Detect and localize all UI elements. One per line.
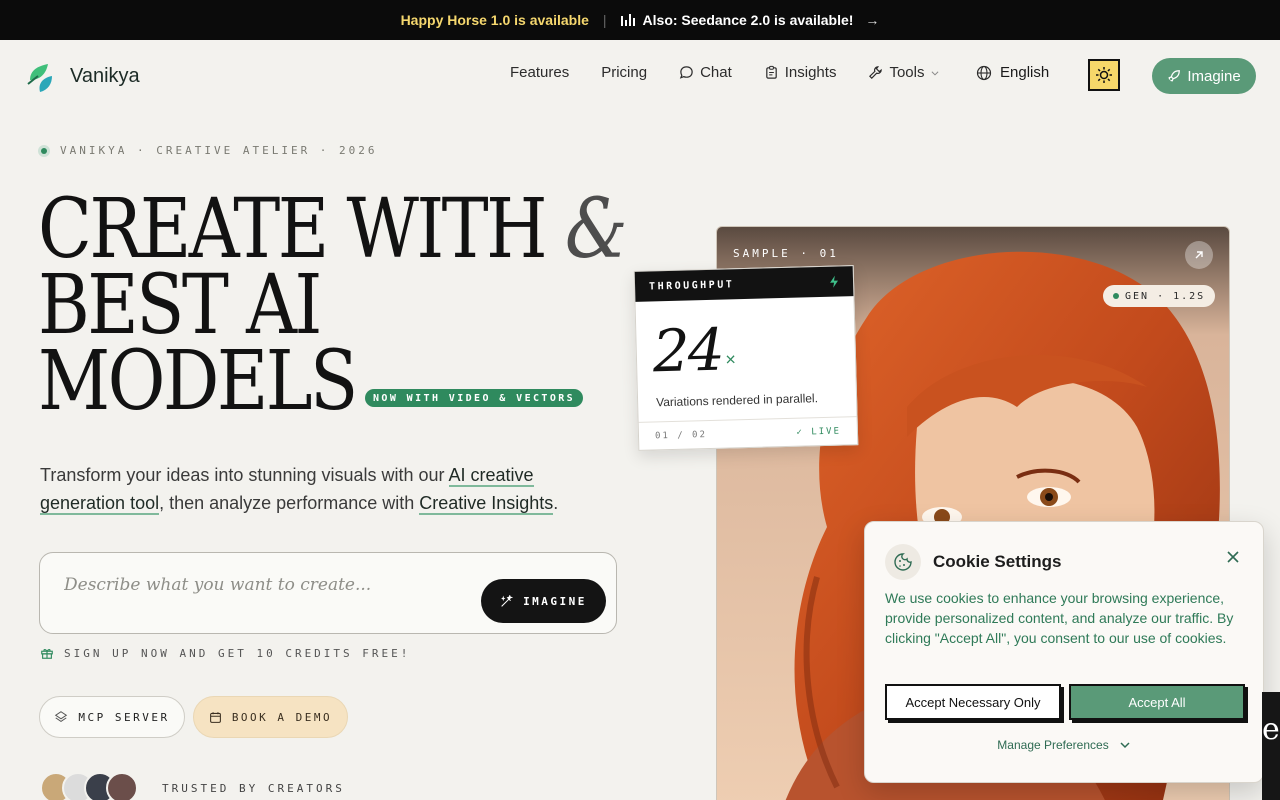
hero-headline: CREATE WITH & BEST AI MODELS [38,189,628,429]
chevron-down-icon [1120,742,1130,749]
prompt-input[interactable] [64,575,464,595]
sun-icon [1096,67,1112,83]
subtitle-text-1: Transform your ideas into stunning visua… [40,465,449,485]
gift-icon [41,649,53,659]
sample-label: SAMPLE · 01 [733,247,839,260]
subtitle-text-2: , then analyze performance with [159,493,420,513]
nav-link-pricing[interactable]: Pricing [601,64,647,81]
accept-necessary-button[interactable]: Accept Necessary Only [885,684,1061,720]
manage-preferences-label: Manage Preferences [997,738,1109,752]
expand-arrow-icon[interactable] [1185,241,1213,269]
imagine-nav-label: Imagine [1187,67,1241,85]
nav-link-pricing-label: Pricing [601,64,648,81]
headline-ampersand: & [564,182,628,277]
cookie-settings-dialog: Cookie Settings We use cookies to enhanc… [864,521,1264,783]
live-status: ✓ LIVE [796,426,842,438]
credits-promo[interactable]: SIGN UP NOW AND GET 10 CREDITS FREE! [40,646,410,660]
top-nav: Vanikya Features Pricing Chat Insights T… [0,40,1280,112]
throughput-header: THROUGHPUT [634,266,854,302]
arrow-right-icon: → [865,12,880,28]
throughput-footer: 01 / 02 ✓ LIVE [638,416,858,450]
imagine-submit-label: IMAGINE [523,594,587,608]
hero-subtitle: Transform your ideas into stunning visua… [40,461,620,517]
globe-icon [976,65,992,80]
throughput-value: 24 [651,315,724,386]
brand-logo[interactable]: Vanikya [24,58,140,94]
book-demo-button[interactable]: BOOK A DEMO [193,696,348,738]
credits-text: SIGN UP NOW AND GET 10 CREDITS FREE! [64,646,411,660]
magic-wand-icon [501,594,514,607]
subtitle-text-3: . [553,493,559,513]
chat-bubble-icon [679,66,693,79]
leaf-logo-icon [27,64,52,92]
announcement-bar: Happy Horse 1.0 is available | Also: See… [0,0,1280,40]
nav-link-chat[interactable]: Chat [679,64,732,81]
hero-eyebrow: VANIKYA · CREATIVE ATELIER · 2026 [38,144,378,157]
nav-link-features[interactable]: Features [510,64,569,81]
throughput-unit: × [724,349,736,370]
avatar [106,772,138,800]
wrench-icon [869,66,883,79]
accept-all-button[interactable]: Accept All [1069,684,1245,720]
headline-line-2: BEST AI [38,258,322,353]
theme-toggle-button[interactable] [1088,59,1120,91]
rocket-icon [1168,70,1181,82]
carousel-pager: 01 / 02 [654,429,708,441]
nav-link-tools[interactable]: Tools [868,64,940,81]
layers-icon [55,711,68,723]
nav-link-features-label: Features [510,64,570,81]
throughput-card: THROUGHPUT 24 × Variations rendered in p… [633,265,859,451]
trusted-by-row: TRUSTED BY CREATORS [40,772,345,800]
prompt-box: IMAGINE [39,552,617,634]
nav-links: Features Pricing Chat Insights Tools [510,64,940,81]
creative-insights-link[interactable]: Creative Insights [419,493,554,515]
language-selector[interactable]: English [976,64,1049,81]
announcement-separator: | [602,12,607,28]
avatar-stack [40,772,138,800]
manage-preferences-toggle[interactable]: Manage Preferences [865,738,1263,752]
mcp-server-label: MCP SERVER [78,710,170,724]
throughput-caption: Variations rendered in parallel. [655,391,819,410]
announcement-secondary-text: Also: Seedance 2.0 is available! [642,12,854,28]
chevron-down-icon [932,70,939,76]
announcement-secondary-link[interactable]: Also: Seedance 2.0 is available! → [620,12,880,28]
book-demo-label: BOOK A DEMO [231,710,333,724]
nav-link-insights[interactable]: Insights [764,64,837,81]
cookie-title: Cookie Settings [933,552,1062,571]
gen-time-badge: GEN · 1.2S [1103,285,1216,307]
audio-bars-icon [620,14,635,26]
calendar-icon [209,711,221,723]
new-features-badge: NOW WITH VIDEO & VECTORS [365,389,584,407]
imagine-nav-button[interactable]: Imagine [1152,58,1256,94]
imagine-submit-button[interactable]: IMAGINE [481,579,606,623]
gen-time-text: GEN · 1.2S [1125,290,1206,302]
mcp-server-button[interactable]: MCP SERVER [39,696,185,738]
nav-link-tools-label: Tools [889,64,925,81]
live-dot-icon [1113,293,1119,299]
nav-link-chat-label: Chat [700,64,732,81]
brand-name: Vanikya [70,64,140,87]
close-icon[interactable] [1227,546,1239,569]
status-dot-icon [38,144,50,157]
eyebrow-text: VANIKYA · CREATIVE ATELIER · 2026 [60,144,378,157]
cookie-icon [885,544,921,580]
floating-panel-edge: e [1262,692,1280,800]
cookie-body-text: We use cookies to enhance your browsing … [885,590,1234,646]
headline-line-3: MODELS [38,334,358,429]
lightning-icon [830,275,839,288]
throughput-title: THROUGHPUT [648,278,735,293]
announcement-primary-link[interactable]: Happy Horse 1.0 is available [401,12,589,28]
language-label: English [1000,64,1050,81]
nav-link-insights-label: Insights [784,64,837,81]
clipboard-icon [765,65,777,79]
trusted-by-text: TRUSTED BY CREATORS [162,781,345,795]
